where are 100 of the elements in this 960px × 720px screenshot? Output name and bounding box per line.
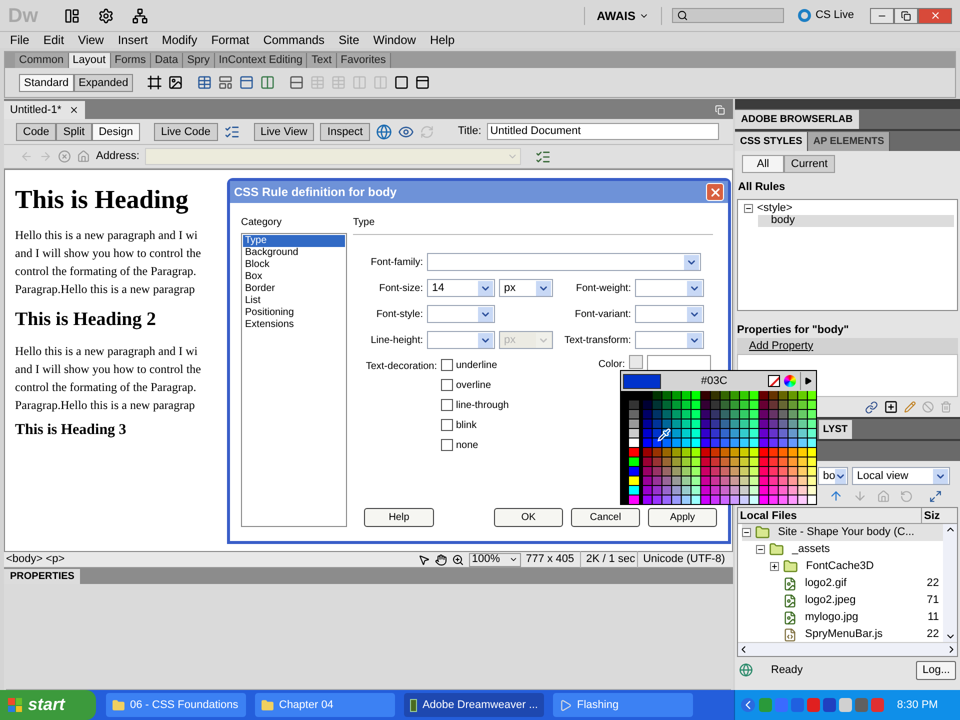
category-item[interactable]: Block <box>243 259 345 271</box>
menu-arrow-button[interactable] <box>800 372 814 390</box>
menu-item[interactable]: Edit <box>37 31 70 49</box>
menu-item[interactable]: Insert <box>112 31 154 49</box>
layout-mode-button[interactable]: Standard <box>19 74 74 92</box>
live-code-button[interactable]: Live Code <box>154 122 218 140</box>
start-button[interactable]: start <box>0 690 96 720</box>
cs-live-button[interactable]: CS Live <box>798 7 854 24</box>
show-hidden-icon[interactable] <box>741 698 755 712</box>
unit-select[interactable]: px <box>499 279 553 297</box>
site-icon[interactable] <box>132 8 148 24</box>
panel-tab[interactable]: LYST <box>819 420 852 439</box>
expand-icon[interactable] <box>929 490 942 502</box>
eye-icon[interactable] <box>398 124 414 140</box>
insert-tab[interactable]: Common <box>15 53 69 68</box>
category-item[interactable]: Extensions <box>243 319 345 331</box>
close-icon[interactable] <box>69 105 80 115</box>
taskbar-button[interactable]: 06 - CSS Foundations <box>106 693 246 717</box>
color-swatch-grid[interactable] <box>621 391 816 504</box>
menu-item[interactable]: File <box>4 31 36 49</box>
taskbar-button[interactable]: Adobe Dreamweaver ... <box>404 693 544 717</box>
columns-icon[interactable] <box>260 75 276 90</box>
horizontal-scrollbar[interactable] <box>738 642 957 656</box>
color-field[interactable] <box>647 355 711 371</box>
workspace-switcher[interactable]: AWAIS <box>584 6 662 24</box>
menu-item[interactable]: Help <box>424 31 461 49</box>
search-field[interactable] <box>672 8 784 23</box>
restore-button[interactable] <box>894 8 918 24</box>
insert-tab[interactable]: Data <box>150 53 184 68</box>
site-select[interactable]: bo <box>818 467 848 485</box>
dialog-button[interactable]: Cancel <box>571 508 640 527</box>
view-mode-button[interactable]: Split <box>56 122 92 140</box>
layout-icon[interactable] <box>64 8 80 24</box>
collapse-toggle[interactable] <box>756 545 765 554</box>
menu-item[interactable]: Site <box>332 31 366 49</box>
menu-item[interactable]: Format <box>205 31 256 49</box>
zoom-select[interactable]: 100% <box>468 552 521 566</box>
panel-tab[interactable]: AP ELEMENTS <box>808 132 890 151</box>
collapse-toggle[interactable] <box>742 528 751 537</box>
edit-icon[interactable] <box>904 401 916 413</box>
vertical-scrollbar[interactable] <box>943 524 957 642</box>
mode-button[interactable]: All <box>742 155 784 173</box>
checkbox[interactable] <box>441 419 453 431</box>
menu-item[interactable]: Modify <box>156 31 204 49</box>
category-item[interactable]: Box <box>243 271 345 283</box>
file-name[interactable]: SpryMenuBar.js <box>805 626 883 642</box>
image-icon[interactable] <box>168 75 184 90</box>
category-item[interactable]: Type <box>243 235 345 247</box>
tag-selector[interactable]: <body> <p> <box>6 551 65 568</box>
live-view-button[interactable]: Live View <box>254 122 314 140</box>
insert-tab[interactable]: Favorites <box>336 53 391 68</box>
rows-icon[interactable] <box>289 75 304 90</box>
css-rule[interactable]: body <box>771 215 795 226</box>
validation-icon[interactable] <box>224 124 240 140</box>
square-icon[interactable] <box>394 75 410 90</box>
category-item[interactable]: Background <box>243 247 345 259</box>
title-field[interactable]: Untitled Document <box>487 123 720 140</box>
pointer-icon[interactable] <box>418 554 430 566</box>
menu-item[interactable]: Window <box>367 31 422 49</box>
insert-tab[interactable]: Spry <box>183 53 215 68</box>
zoom-icon[interactable] <box>452 554 464 566</box>
help-button[interactable]: Help <box>364 508 434 527</box>
file-name[interactable]: _assets <box>792 541 830 558</box>
checkbox[interactable] <box>441 379 453 391</box>
category-item[interactable]: Positioning <box>243 307 345 319</box>
css-rule[interactable]: <style> <box>757 203 792 214</box>
panel-tab[interactable]: CSS STYLES <box>735 132 808 151</box>
view-mode-button[interactable]: Code <box>16 122 56 140</box>
list-icon[interactable] <box>535 148 552 164</box>
minimize-button[interactable] <box>870 8 894 24</box>
checkbox[interactable] <box>441 439 453 451</box>
color-swatch[interactable] <box>629 355 643 369</box>
color-wheel-icon[interactable] <box>784 375 796 387</box>
collapse-toggle[interactable] <box>744 204 753 213</box>
insert-tab[interactable]: Layout <box>68 53 111 68</box>
globe-icon[interactable] <box>376 124 392 140</box>
insert-tab[interactable]: Text <box>307 53 337 68</box>
column-header[interactable]: Local Files <box>738 508 921 523</box>
expand-toggle[interactable] <box>770 562 779 571</box>
value-select[interactable]: 14 <box>427 279 495 297</box>
menu-item[interactable]: View <box>72 31 110 49</box>
view-select[interactable]: Local view <box>852 467 950 485</box>
table-icon[interactable] <box>197 75 212 90</box>
properties-tab[interactable]: PROPERTIES <box>4 569 80 584</box>
insert-tab[interactable]: Forms <box>110 53 151 68</box>
frame-icon[interactable] <box>147 75 162 90</box>
file-name[interactable]: FontCache3D <box>806 558 874 575</box>
panel-icon[interactable] <box>415 75 430 90</box>
view-mode-button[interactable]: Design <box>92 122 140 140</box>
link-icon[interactable] <box>865 400 878 414</box>
file-name[interactable]: logo2.gif <box>805 575 847 592</box>
taskbar-button[interactable]: Flashing <box>553 693 693 717</box>
document-tab[interactable]: Untitled-1* <box>4 101 86 119</box>
layout-mode-button[interactable]: Expanded <box>74 74 134 92</box>
inspect-button[interactable]: Inspect <box>320 122 370 140</box>
log-button[interactable]: Log... <box>916 661 956 680</box>
no-color-icon[interactable] <box>768 375 780 387</box>
dialog-button[interactable]: Apply <box>648 508 717 527</box>
checkbox[interactable] <box>441 359 453 371</box>
dialog-button[interactable]: OK <box>494 508 563 527</box>
